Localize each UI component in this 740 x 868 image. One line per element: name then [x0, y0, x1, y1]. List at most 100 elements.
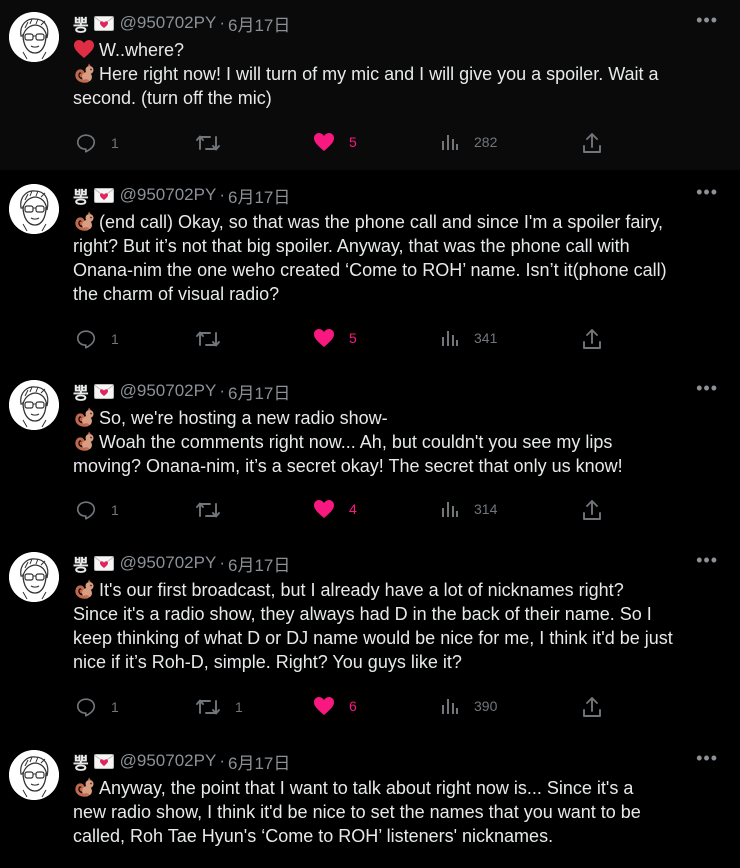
timestamp[interactable]: 6月17日: [228, 183, 290, 208]
timestamp[interactable]: 6月17日: [228, 11, 290, 36]
like-button[interactable]: 5: [313, 328, 357, 348]
views-button[interactable]: 341: [440, 328, 497, 348]
view-count: 282: [474, 134, 498, 150]
reply-icon: [75, 328, 97, 350]
handle[interactable]: @950702PY: [120, 553, 217, 573]
retweet-button[interactable]: 1: [195, 696, 243, 718]
views-button[interactable]: 282: [440, 132, 497, 152]
views-button[interactable]: 390: [440, 696, 497, 716]
display-name[interactable]: 뽕: [73, 183, 90, 208]
tweet-header: 뽕 @950702PY · 6月17日: [73, 182, 290, 208]
tweet-line-text: moving? Onana-nim, it’s a secret okay! T…: [73, 456, 623, 476]
handle[interactable]: @950702PY: [120, 185, 217, 205]
tweet-line-text: Onana-nim the one weho created ‘Come to …: [73, 260, 667, 280]
retweet-button[interactable]: [195, 132, 235, 154]
display-name[interactable]: 뽕: [73, 11, 90, 36]
tweet-header: 뽕 @950702PY · 6月17日: [73, 748, 290, 774]
views-icon: [440, 499, 460, 519]
squirrel-icon: [73, 211, 95, 231]
action-bar: 1 1 6 390: [0, 696, 740, 720]
tweet-line: Woah the comments right now... Ah, but c…: [73, 430, 723, 454]
more-icon[interactable]: •••: [696, 551, 718, 569]
timestamp[interactable]: 6月17日: [228, 749, 290, 774]
retweet-button[interactable]: [195, 499, 235, 521]
tweet-line-text: Anyway, the point that I want to talk ab…: [99, 778, 634, 798]
more-icon[interactable]: •••: [696, 11, 718, 29]
tweet-line-text: the charm of visual radio?: [73, 284, 280, 304]
reply-icon: [75, 696, 97, 718]
handle[interactable]: @950702PY: [120, 381, 217, 401]
retweet-icon: [195, 132, 221, 154]
display-name[interactable]: 뽕: [73, 379, 90, 404]
tweet-header: 뽕 @950702PY · 6月17日: [73, 10, 290, 36]
reply-button[interactable]: 1: [75, 132, 119, 154]
tweet[interactable]: 뽕 @950702PY · 6月17日 ••• It's our first broadc…: [0, 540, 740, 738]
views-icon: [440, 328, 460, 348]
reply-count: 1: [111, 699, 119, 715]
reply-button[interactable]: 1: [75, 499, 119, 521]
tweet[interactable]: 뽕 @950702PY · 6月17日 ••• Anyway, the point tha…: [0, 738, 740, 868]
reply-icon: [75, 499, 97, 521]
separator-dot: ·: [219, 185, 225, 204]
share-button[interactable]: [582, 499, 602, 521]
timestamp[interactable]: 6月17日: [228, 551, 290, 576]
tweet-line: So, we're hosting a new radio show-: [73, 406, 723, 430]
tweet-line-text: Since it's a radio show, they always had…: [73, 604, 652, 624]
more-icon[interactable]: •••: [696, 379, 718, 397]
views-icon: [440, 696, 460, 716]
like-count: 6: [349, 698, 357, 714]
like-icon: [313, 696, 335, 716]
more-icon[interactable]: •••: [696, 183, 718, 201]
tweet-line-text: nice if it’s Roh-D, simple. Right? You g…: [73, 652, 462, 672]
share-icon: [582, 696, 602, 718]
share-button[interactable]: [582, 696, 602, 718]
like-button[interactable]: 6: [313, 696, 357, 716]
separator-dot: ·: [219, 751, 225, 770]
avatar[interactable]: [9, 380, 59, 430]
squirrel-icon: [73, 407, 95, 427]
handle[interactable]: @950702PY: [120, 13, 217, 33]
tweet[interactable]: 뽕 @950702PY · 6月17日 ••• W..where? Here right n…: [0, 0, 740, 170]
reply-button[interactable]: 1: [75, 696, 119, 718]
like-icon: [313, 132, 335, 152]
avatar[interactable]: [9, 552, 59, 602]
tweet-line: moving? Onana-nim, it’s a secret okay! T…: [73, 454, 723, 478]
display-name[interactable]: 뽕: [73, 749, 90, 774]
tweet-line: (end call) Okay, so that was the phone c…: [73, 210, 723, 234]
display-name[interactable]: 뽕: [73, 551, 90, 576]
squirrel-icon: [73, 431, 95, 451]
like-button[interactable]: 5: [313, 132, 357, 152]
action-bar: 1 5 282: [0, 132, 740, 156]
share-button[interactable]: [582, 132, 602, 154]
handle[interactable]: @950702PY: [120, 751, 217, 771]
heart-icon: [73, 39, 95, 59]
views-button[interactable]: 314: [440, 499, 497, 519]
avatar[interactable]: [9, 184, 59, 234]
squirrel-icon: [73, 579, 95, 599]
timestamp[interactable]: 6月17日: [228, 379, 290, 404]
tweet[interactable]: 뽕 @950702PY · 6月17日 ••• So, we're hosting a n…: [0, 368, 740, 540]
envelope-heart-icon: [93, 187, 114, 203]
avatar[interactable]: [9, 750, 59, 800]
retweet-button[interactable]: [195, 328, 235, 350]
reply-count: 1: [111, 135, 119, 151]
tweet-line-text: (end call) Okay, so that was the phone c…: [99, 212, 664, 232]
share-icon: [582, 499, 602, 521]
share-icon: [582, 328, 602, 350]
tweet-line-text: called, Roh Tae Hyun's ‘Come to ROH’ lis…: [73, 826, 554, 846]
tweet-line-text: keep thinking of what D or DJ name would…: [73, 628, 673, 648]
tweet-line: the charm of visual radio?: [73, 282, 723, 306]
share-button[interactable]: [582, 328, 602, 350]
tweet-line: W..where?: [73, 38, 723, 62]
tweet[interactable]: 뽕 @950702PY · 6月17日 ••• (end call) Okay, so t…: [0, 172, 740, 368]
avatar[interactable]: [9, 12, 59, 62]
reply-button[interactable]: 1: [75, 328, 119, 350]
tweet-text: (end call) Okay, so that was the phone c…: [73, 210, 723, 306]
tweet-line-text: Woah the comments right now... Ah, but c…: [99, 432, 613, 452]
more-icon[interactable]: •••: [696, 749, 718, 767]
retweet-count: 1: [235, 699, 243, 715]
like-button[interactable]: 4: [313, 499, 357, 519]
separator-dot: ·: [219, 553, 225, 572]
tweet-header: 뽕 @950702PY · 6月17日: [73, 378, 290, 404]
tweet-line: second. (turn off the mic): [73, 86, 723, 110]
